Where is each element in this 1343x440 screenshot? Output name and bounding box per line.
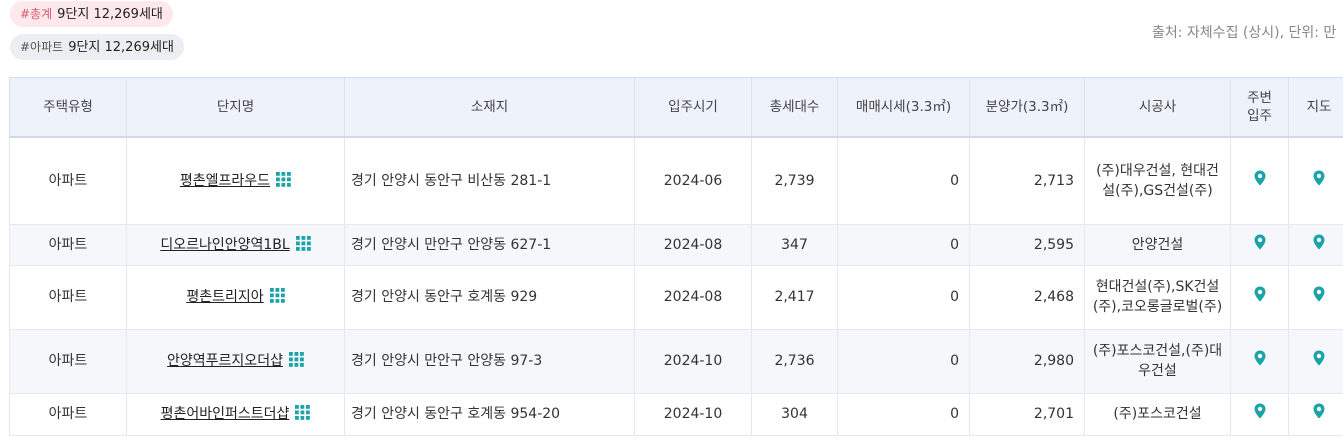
tag-apartment-value: 9단지 12,269세대 <box>68 40 174 55</box>
header-map: 지도 <box>1288 77 1343 138</box>
cell-map <box>1288 329 1343 394</box>
cell-builder: (주)대우건설, 현대건설(주),GS건설(주) <box>1084 137 1231 225</box>
cell-nearby <box>1230 137 1289 225</box>
header-address: 소재지 <box>344 77 635 138</box>
header-sale-price: 분양가(3.3㎡) <box>969 77 1085 138</box>
cell-name: 안양역푸르지오더샵 <box>126 329 345 394</box>
header-households: 총세대수 <box>751 77 838 138</box>
tag-total-value: 9단지 12,269세대 <box>57 7 163 22</box>
grid-icon[interactable] <box>288 352 304 367</box>
page: #총계 9단지 12,269세대 #아파트 9단지 12,269세대 출처: 자체수… <box>0 0 1343 440</box>
source-note: 출처: 자체수집 (상시), 단위: 만 <box>1152 25 1337 41</box>
cell-sale-price: 2,595 <box>969 224 1085 266</box>
table-body: 아파트 평촌엘프라우드 경기 안양시 동안구 비산동 281-1 2024-06… <box>9 137 1343 436</box>
cell-map <box>1288 265 1343 330</box>
map-pin-icon[interactable] <box>1254 403 1266 419</box>
cell-type: 아파트 <box>9 137 127 225</box>
table-header: 주택유형 단지명 소재지 입주시기 총세대수 매매시세(3.3㎡) 분양가(3.… <box>9 77 1343 138</box>
map-pin-icon[interactable] <box>1313 286 1325 302</box>
table-row: 아파트 평촌엘프라우드 경기 안양시 동안구 비산동 281-1 2024-06… <box>9 137 1343 225</box>
cell-address: 경기 안양시 동안구 호계동 954-20 <box>344 393 635 436</box>
cell-trade-price: 0 <box>837 265 970 330</box>
map-pin-icon[interactable] <box>1254 234 1266 250</box>
cell-map <box>1288 137 1343 225</box>
cell-builder: 안양건설 <box>1084 224 1231 266</box>
cell-trade-price: 0 <box>837 224 970 266</box>
header-name: 단지명 <box>126 77 345 138</box>
table-row: 아파트 안양역푸르지오더샵 경기 안양시 만안구 안양동 97-3 2024-1… <box>9 329 1343 394</box>
cell-households: 2,739 <box>751 137 838 225</box>
header-trade-price: 매매시세(3.3㎡) <box>837 77 970 138</box>
cell-type: 아파트 <box>9 329 127 394</box>
cell-map <box>1288 224 1343 266</box>
cell-name: 평촌엘프라우드 <box>126 137 345 225</box>
complex-name-link[interactable]: 평촌엘프라우드 <box>180 173 270 189</box>
complex-name-link[interactable]: 디오르나인안양역1BL <box>160 237 289 253</box>
table-row: 아파트 평촌어바인퍼스트더샵 경기 안양시 동안구 호계동 954-20 202… <box>9 393 1343 436</box>
cell-move-in: 2024-08 <box>634 224 752 266</box>
cell-households: 304 <box>751 393 838 436</box>
cell-nearby <box>1230 265 1289 330</box>
cell-builder: 현대건설(주),SK건설(주),코오롱글로벌(주) <box>1084 265 1231 330</box>
complex-name-link[interactable]: 평촌어바인퍼스트더샵 <box>161 406 290 422</box>
grid-icon[interactable] <box>276 171 291 187</box>
cell-move-in: 2024-10 <box>634 329 752 394</box>
map-pin-icon[interactable] <box>1313 350 1325 366</box>
cell-trade-price: 0 <box>837 137 970 225</box>
cell-sale-price: 2,701 <box>969 393 1085 436</box>
cell-sale-price: 2,713 <box>969 137 1085 225</box>
header-nearby: 주변입주 <box>1230 77 1289 138</box>
cell-trade-price: 0 <box>837 393 970 436</box>
cell-move-in: 2024-10 <box>634 393 752 436</box>
map-pin-icon[interactable] <box>1254 350 1266 366</box>
cell-type: 아파트 <box>9 393 127 436</box>
tag-total-label: #총계 <box>20 7 53 21</box>
map-pin-icon[interactable] <box>1313 403 1325 419</box>
grid-icon[interactable] <box>295 235 311 251</box>
cell-builder: (주)포스코건설,(주)대우건설 <box>1084 329 1231 394</box>
map-pin-icon[interactable] <box>1313 234 1325 250</box>
header-type: 주택유형 <box>9 77 127 138</box>
cell-sale-price: 2,980 <box>969 329 1085 394</box>
cell-address: 경기 안양시 동안구 호계동 929 <box>344 265 635 330</box>
grid-icon[interactable] <box>269 288 285 303</box>
map-pin-icon[interactable] <box>1313 170 1325 186</box>
cell-households: 2,417 <box>751 265 838 330</box>
cell-type: 아파트 <box>9 265 127 330</box>
cell-name: 디오르나인안양역1BL <box>126 224 345 266</box>
cell-builder: (주)포스코건설 <box>1084 393 1231 436</box>
cell-sale-price: 2,468 <box>969 265 1085 330</box>
header-builder: 시공사 <box>1084 77 1231 138</box>
table-row: 아파트 평촌트리지아 경기 안양시 동안구 호계동 929 2024-08 2,… <box>9 265 1343 330</box>
cell-address: 경기 안양시 만안구 안양동 97-3 <box>344 329 635 394</box>
map-pin-icon[interactable] <box>1254 170 1266 186</box>
grid-icon[interactable] <box>295 405 311 420</box>
header-move-in: 입주시기 <box>634 77 752 138</box>
complex-table: 주택유형 단지명 소재지 입주시기 총세대수 매매시세(3.3㎡) 분양가(3.… <box>9 77 1343 436</box>
cell-type: 아파트 <box>9 224 127 266</box>
cell-address: 경기 안양시 동안구 비산동 281-1 <box>344 137 635 225</box>
cell-households: 2,736 <box>751 329 838 394</box>
cell-trade-price: 0 <box>837 329 970 394</box>
map-pin-icon[interactable] <box>1254 286 1266 302</box>
cell-map <box>1288 393 1343 436</box>
tag-apartment[interactable]: #아파트 9단지 12,269세대 <box>10 34 184 60</box>
cell-nearby <box>1230 329 1289 394</box>
cell-move-in: 2024-06 <box>634 137 752 225</box>
cell-nearby <box>1230 393 1289 436</box>
cell-name: 평촌트리지아 <box>126 265 345 330</box>
cell-nearby <box>1230 224 1289 266</box>
cell-name: 평촌어바인퍼스트더샵 <box>126 393 345 436</box>
tag-total[interactable]: #총계 9단지 12,269세대 <box>10 1 173 27</box>
cell-households: 347 <box>751 224 838 266</box>
header-nearby-line2: 입주 <box>1247 108 1272 124</box>
cell-move-in: 2024-08 <box>634 265 752 330</box>
complex-name-link[interactable]: 안양역푸르지오더샵 <box>167 353 283 369</box>
cell-address: 경기 안양시 만안구 안양동 627-1 <box>344 224 635 266</box>
tag-apartment-label: #아파트 <box>20 40 64 54</box>
table-row: 아파트 디오르나인안양역1BL 경기 안양시 만안구 안양동 627-1 202… <box>9 224 1343 266</box>
header-nearby-line1: 주변 <box>1247 90 1272 106</box>
complex-name-link[interactable]: 평촌트리지아 <box>186 289 263 305</box>
